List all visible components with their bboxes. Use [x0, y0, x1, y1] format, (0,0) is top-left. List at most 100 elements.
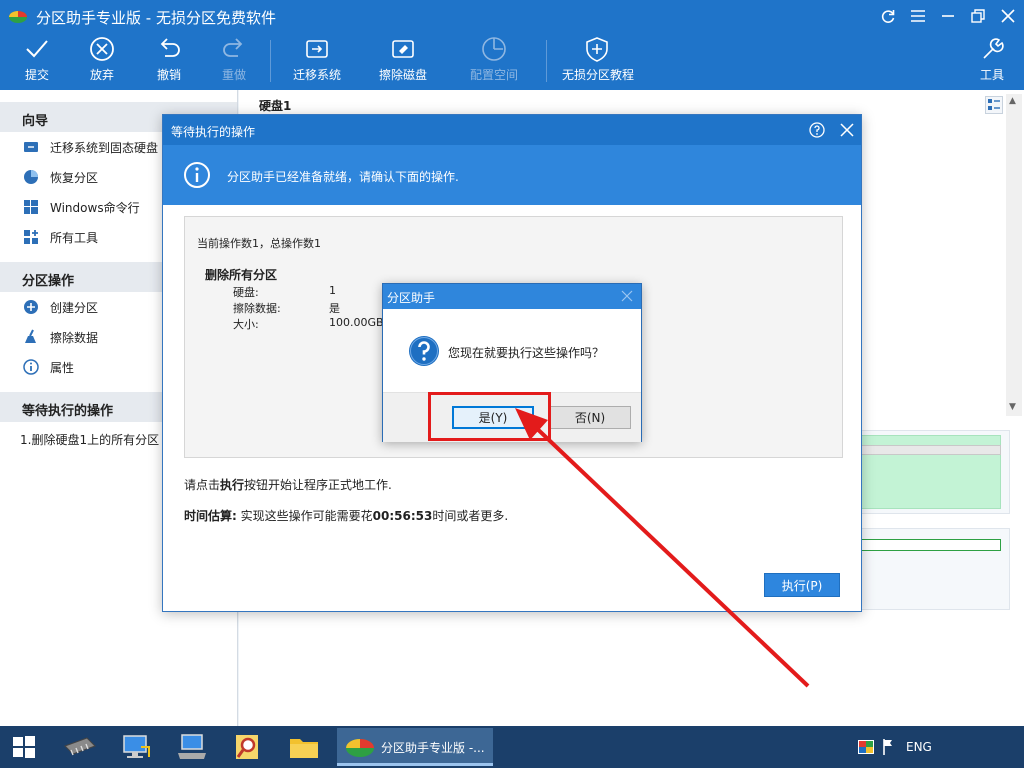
confirm-footer: 是(Y) 否(N): [383, 392, 641, 442]
taskbar-app-search[interactable]: [226, 730, 270, 764]
grid-plus-icon: [22, 229, 40, 245]
disk-label: 硬盘1: [259, 99, 292, 113]
migrate-os-button[interactable]: 迁移系统: [282, 36, 352, 90]
partition-bar[interactable]: [861, 539, 1001, 551]
help-icon[interactable]: [809, 122, 825, 138]
scroll-up-icon[interactable]: ▲: [1009, 96, 1016, 106]
taskbar-app-partition-assistant[interactable]: 分区助手专业版 -...: [337, 728, 493, 766]
magnifier-icon: [236, 735, 258, 759]
discard-button[interactable]: 放弃: [67, 36, 137, 90]
yes-button[interactable]: 是(Y): [452, 406, 534, 429]
create-pie-icon: [22, 299, 40, 315]
note-bold: 执行: [220, 478, 245, 492]
folder-icon: [290, 739, 318, 758]
wipe-disk-label: 擦除磁盘: [378, 68, 427, 82]
tools-button[interactable]: 工具: [957, 36, 1024, 90]
allocate-space-button[interactable]: 配置空间: [459, 36, 529, 90]
start-button[interactable]: [2, 730, 46, 764]
windows-logo-icon: [13, 736, 35, 758]
app-logo-icon: [346, 739, 374, 757]
migrate-disk-icon: [306, 40, 328, 58]
detail-key: 硬盘:: [233, 286, 259, 299]
view-toggle-icon[interactable]: [985, 96, 1003, 114]
wrench-icon: [983, 38, 1004, 59]
detail-value: 1: [329, 284, 336, 297]
confirm-title: 分区助手: [387, 291, 436, 305]
undo-icon: [160, 38, 180, 57]
monitor-network-icon: [123, 735, 150, 758]
tutorial-button[interactable]: 无损分区教程: [562, 36, 634, 90]
note-text: 请点击: [184, 478, 221, 492]
time-text: 时间或者更多.: [432, 509, 509, 523]
sidebar-item-label: 迁移系统到固态硬盘: [50, 141, 159, 155]
toolbar-divider: [546, 40, 547, 82]
computer-keyboard-icon: [178, 734, 206, 759]
time-text: 实现这些操作可能需要花: [236, 509, 373, 523]
sidebar-item-label: 创建分区: [50, 301, 99, 315]
menu-icon[interactable]: [906, 4, 930, 28]
window-title: 分区助手专业版 - 无损分区免费软件: [36, 9, 276, 27]
info-icon: [184, 162, 210, 188]
broom-icon: [22, 329, 40, 345]
operation-detail-row: 硬盘: 1: [233, 284, 336, 300]
time-label: 时间估算:: [184, 509, 237, 523]
discard-label: 放弃: [89, 68, 114, 82]
memory-chip-icon: [64, 737, 96, 756]
sidebar-item-label: Windows命令行: [50, 201, 140, 215]
detail-key: 大小:: [233, 318, 259, 331]
taskbar-app-device[interactable]: [170, 730, 214, 764]
check-icon: [26, 40, 48, 58]
confirm-message: 您现在就要执行这些操作吗？: [448, 346, 605, 360]
tray-language[interactable]: ENG: [906, 740, 932, 754]
sidebar-item-label: 恢复分区: [50, 171, 99, 185]
pie-clock-icon: [482, 37, 506, 61]
detail-key: 擦除数据:: [233, 302, 281, 315]
info-icon: [22, 359, 40, 375]
confirm-dialog: 分区助手 您现在就要执行这些操作吗？ 是(Y) 否(N): [382, 283, 642, 442]
close-icon[interactable]: [839, 122, 855, 138]
wipe-disk-icon: [392, 40, 414, 58]
migrate-os-label: 迁移系统: [292, 68, 341, 82]
scroll-down-icon[interactable]: ▼: [1009, 402, 1016, 412]
sidebar-item-label: 属性: [50, 361, 75, 375]
undo-button[interactable]: 撤销: [134, 36, 204, 90]
operation-title: 删除所有分区: [205, 268, 278, 282]
windows-logo-icon: [22, 199, 40, 215]
usage-bar: [861, 445, 1001, 455]
taskbar: 分区助手专业版 -... ENG: [0, 726, 1024, 768]
close-icon[interactable]: [621, 290, 633, 302]
recover-pie-icon: [22, 169, 40, 185]
operation-detail-row: 大小: 100.00GB: [233, 316, 384, 332]
redo-icon: [223, 38, 243, 57]
sidebar-item-label: 所有工具: [50, 231, 99, 245]
time-estimate: 时间估算: 实现这些操作可能需要花00:56:53时间或者更多.: [184, 507, 508, 524]
refresh-icon[interactable]: [876, 4, 900, 28]
taskbar-app-label: 分区助手专业版 -...: [381, 741, 485, 755]
commit-button[interactable]: 提交: [2, 36, 72, 90]
execute-button[interactable]: 执行(P): [764, 573, 840, 597]
time-value: 00:56:53: [372, 509, 433, 523]
close-icon[interactable]: [996, 4, 1020, 28]
no-button[interactable]: 否(N): [549, 406, 631, 429]
execute-instruction: 请点击执行按钮开始让程序正式地工作.: [184, 476, 392, 493]
restore-icon[interactable]: [966, 4, 990, 28]
title-bar: 分区助手专业版 - 无损分区免费软件: [0, 0, 1024, 32]
ready-banner: 分区助手已经准备就绪，请确认下面的操作.: [163, 145, 861, 205]
vertical-scrollbar[interactable]: ▲ ▼: [1006, 94, 1022, 416]
wipe-disk-button[interactable]: 擦除磁盘: [368, 36, 438, 90]
tray-display-icon[interactable]: [858, 740, 874, 754]
disk-map-row[interactable]: [860, 430, 1010, 514]
redo-label: 重做: [221, 68, 246, 82]
taskbar-app-memory[interactable]: [58, 730, 102, 764]
sidebar-item-label: 擦除数据: [50, 331, 99, 345]
tools-label: 工具: [979, 68, 1004, 82]
shield-plus-icon: [586, 37, 608, 62]
taskbar-app-network[interactable]: [114, 730, 158, 764]
dialog-titlebar: 等待执行的操作: [163, 115, 861, 145]
redo-button[interactable]: 重做: [199, 36, 269, 90]
taskbar-app-explorer[interactable]: [282, 730, 326, 764]
tray-flag-icon[interactable]: [882, 738, 894, 756]
minimize-icon[interactable]: [936, 4, 960, 28]
detail-value: 100.00GB: [329, 316, 384, 329]
disk-map-row[interactable]: [860, 528, 1010, 610]
